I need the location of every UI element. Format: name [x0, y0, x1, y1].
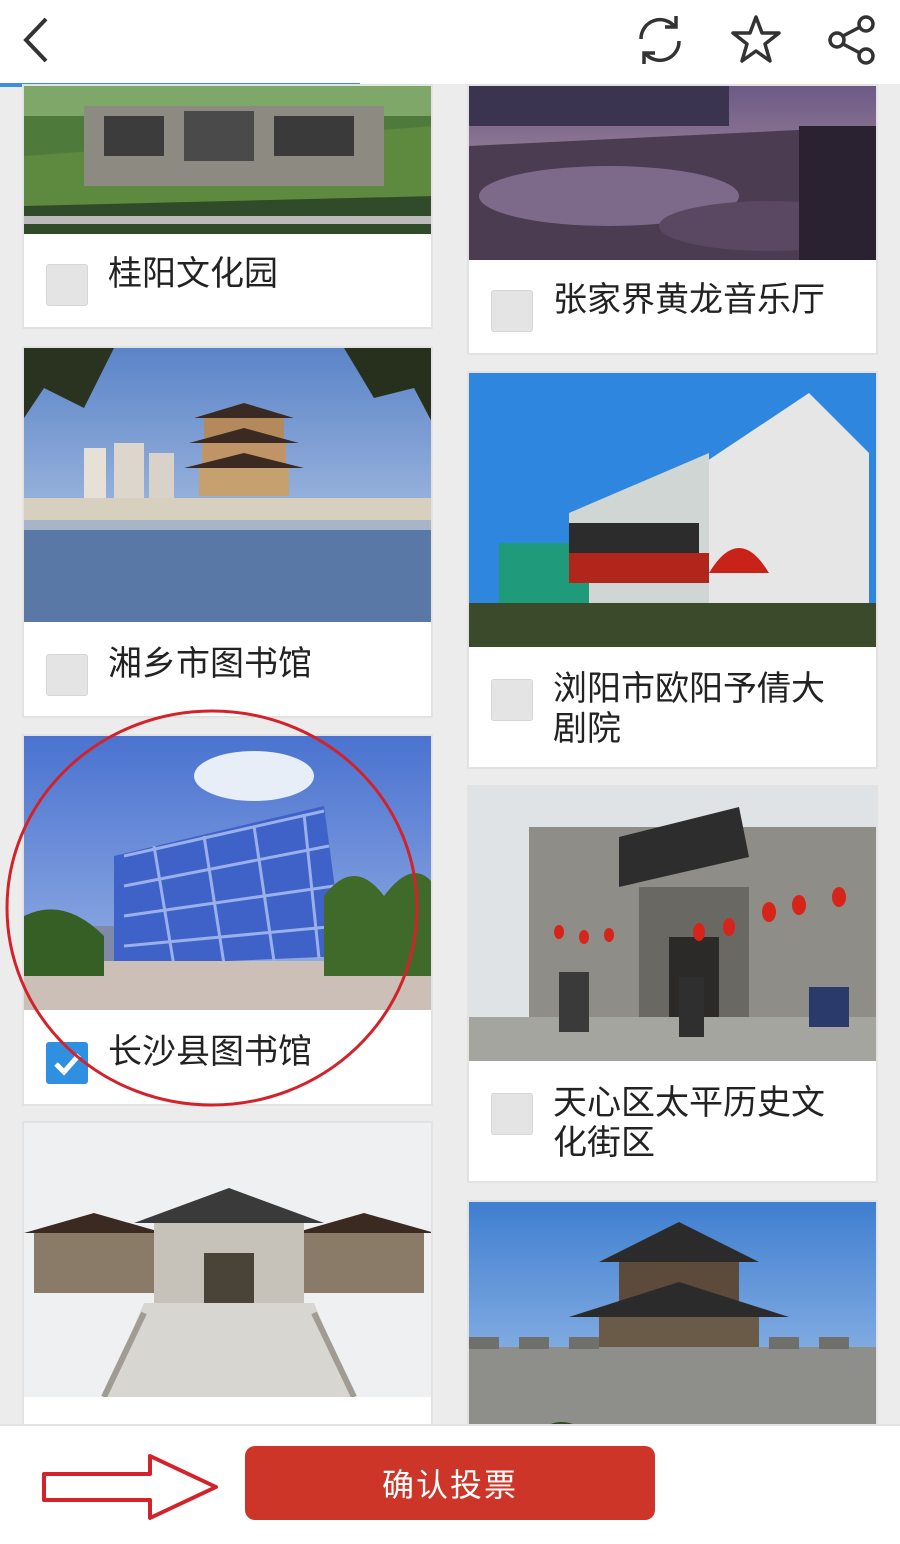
venue-card[interactable]: 湘乡市图书馆: [22, 346, 433, 718]
back-button[interactable]: [6, 8, 70, 72]
share-icon: [828, 15, 875, 65]
venue-photo: [24, 348, 431, 622]
annotation-circle: [5, 709, 419, 1107]
venue-card[interactable]: 天心区太平历史文化街区: [467, 785, 878, 1183]
venue-card[interactable]: 张家界黄龙音乐厅: [467, 84, 878, 355]
refresh-button[interactable]: [628, 8, 692, 72]
share-button[interactable]: [820, 8, 884, 72]
venue-checkbox[interactable]: [46, 654, 88, 696]
confirm-vote-button[interactable]: 确认投票: [245, 1446, 655, 1520]
venue-checkbox[interactable]: [491, 290, 533, 332]
venue-name: 天心区太平历史文化街区: [553, 1083, 825, 1163]
venue-photo: [24, 86, 431, 234]
venue-card[interactable]: 浏阳市欧阳予倩大剧院: [467, 371, 878, 769]
star-icon: [731, 15, 781, 63]
right-arrow-outline-icon: [42, 1454, 218, 1520]
venue-card[interactable]: [467, 1200, 878, 1440]
venue-checkbox[interactable]: [491, 679, 533, 721]
chevron-left-icon: [23, 17, 48, 63]
venue-photo: [469, 86, 876, 260]
venue-photo: [24, 1123, 431, 1397]
favorite-button[interactable]: [724, 8, 788, 72]
venue-checkbox[interactable]: [46, 264, 88, 306]
venue-photo: [469, 787, 876, 1061]
venue-name: 桂阳文化园: [108, 254, 278, 294]
refresh-icon: [639, 16, 681, 64]
venue-photo: [469, 1202, 876, 1438]
venue-card[interactable]: 桂阳文化园: [22, 84, 433, 329]
venue-card[interactable]: [22, 1121, 433, 1441]
venue-name: 湘乡市图书馆: [108, 644, 312, 684]
venue-name: 浏阳市欧阳予倩大剧院: [553, 669, 825, 749]
top-bar: [0, 0, 900, 87]
venue-photo: [469, 373, 876, 647]
venue-name: 张家界黄龙音乐厅: [553, 280, 825, 320]
venue-checkbox[interactable]: [491, 1093, 533, 1135]
